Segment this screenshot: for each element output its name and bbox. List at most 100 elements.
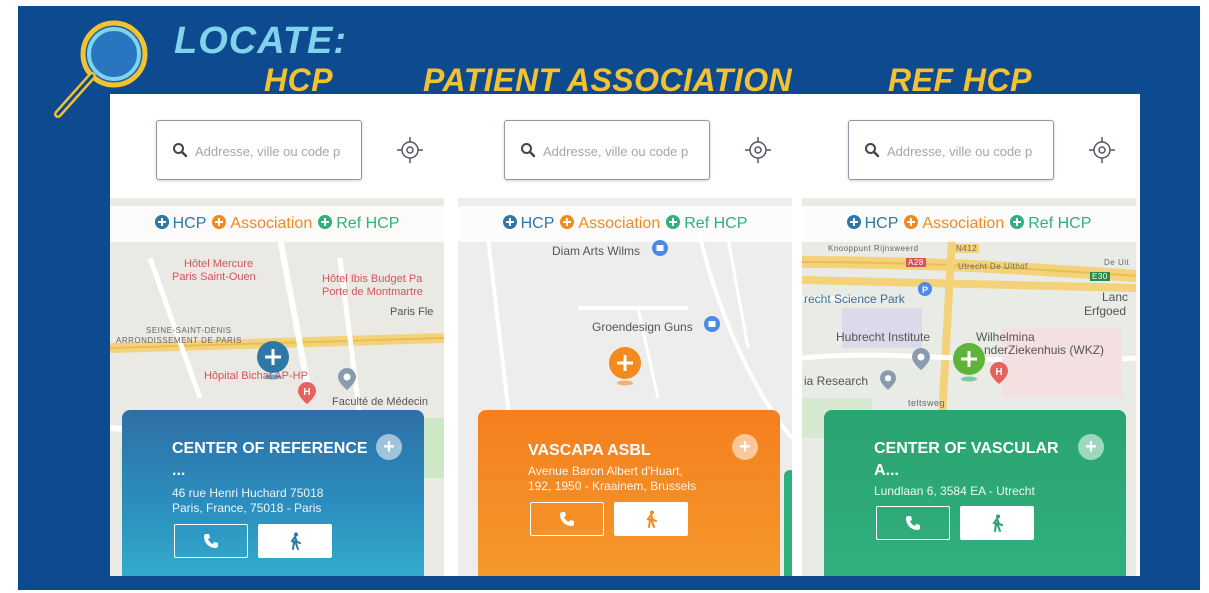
legend-hcp[interactable]: HCP [846,215,899,233]
directions-button[interactable] [258,524,332,558]
legend-bar: HCP Association Ref HCP [110,206,444,242]
legend-hcp[interactable]: HCP [154,215,207,233]
map-label: Hubrecht Institute [836,330,931,344]
card-address: 46 rue Henri Huchard 75018 Paris, France,… [172,486,392,516]
card-title-more: ... [172,462,186,479]
search-icon [865,143,880,158]
map-label: recht Science Park [804,292,905,306]
legend-hcp[interactable]: HCP [502,215,554,233]
map-label: Porte de Montmartre [322,286,423,298]
hcp-pin-icon [154,215,169,233]
screenshots-container: HCP Association Ref HCP Hôtel Mercure Pa… [110,94,1140,576]
card-title: CENTER OF REFERENCE... [172,438,372,482]
association-map-marker-icon[interactable] [608,346,642,386]
search-input[interactable] [195,141,357,161]
association-pin-icon [904,215,919,229]
legend-ref-hcp-label: Ref HCP [1028,215,1092,232]
map-label: N412 [954,244,980,253]
search-box[interactable] [848,120,1054,180]
map-label: Erfgoed [1084,304,1127,318]
legend-ref-hcp[interactable]: Ref HCP [1010,215,1091,233]
search-input[interactable] [543,141,705,161]
legend-hcp-label: HCP [864,215,899,232]
search-icon [521,143,536,158]
card-address: Avenue Baron Albert d'Huart, 192, 1950 - … [528,464,748,494]
map-label: Lanc [1102,290,1129,304]
legend-association[interactable]: Association [212,215,312,233]
map-label: Hôtel Ibis Budget Pa [322,273,423,285]
map-label: Faculté de Médecin [332,396,428,408]
hcp-pin-icon [502,215,517,229]
call-button[interactable] [174,524,248,558]
map-label: ARRONDISSEMENT DE PARIS [116,336,242,345]
card-address-line2: Paris, France, 75018 - Paris [172,501,322,515]
call-button[interactable] [530,502,604,536]
card-address-line1: Avenue Baron Albert d'Huart, [528,464,683,478]
shop-pin-icon [704,316,720,332]
location-pin-icon [880,370,896,390]
directions-button[interactable] [614,502,688,536]
map-label: E30 [1090,272,1110,281]
search-box[interactable] [504,120,710,180]
map-label: ia Research [804,374,869,388]
search-icon [173,143,188,158]
map-label: nderZiekenhuis (WKZ) [984,343,1105,357]
location-pin-icon [338,368,356,390]
map-label: Groendesign Guns [592,320,693,334]
result-card[interactable]: VASCAPA ASBL + Avenue Baron Albert d'Hua… [478,410,780,576]
ref-hcp-pin-icon [666,215,681,229]
map-label: De Uit [1104,258,1130,267]
card-address-line1: Lundlaan 6, 3584 EA - Utrecht [874,484,1035,498]
card-title: CENTER OF VASCULAR A... [874,438,1074,482]
legend-ref-hcp[interactable]: Ref HCP [666,215,747,233]
svg-text:P: P [922,285,928,295]
walking-icon [646,510,657,528]
map-label: teltsweg [908,398,946,408]
phone-icon [906,516,920,530]
search-bar-area [110,94,444,198]
legend-association[interactable]: Association [560,215,660,233]
result-card[interactable]: CENTER OF VASCULAR A... + Lundlaan 6, 358… [824,410,1126,576]
hospital-pin-icon: H [990,362,1008,384]
hcp-map-marker-icon[interactable] [256,340,290,380]
map-label: A28 [906,258,926,267]
search-box[interactable] [156,120,362,180]
phone-icon [560,512,574,526]
parking-pin-icon: P [918,282,932,296]
legend-ref-hcp[interactable]: Ref HCP [318,215,399,233]
card-title-text: VASCAPA ASBL [528,442,651,459]
map-label: SEINE-SAINT-DENIS [146,326,232,335]
crosshair-icon[interactable] [744,136,772,164]
legend-association[interactable]: Association [904,215,1004,233]
location-pin-icon [912,348,930,370]
directions-button[interactable] [960,506,1034,540]
legend-ref-hcp-label: Ref HCP [336,215,400,232]
legend-ref-hcp-label: Ref HCP [684,215,748,232]
svg-text:H: H [995,367,1002,378]
legend-hcp-label: HCP [172,215,207,232]
card-address-line2: 192, 1950 - Kraainem, Brussels [528,479,697,493]
shop-pin-icon [652,240,668,256]
association-pin-icon [560,215,575,229]
app-panel-association: HCP Association Ref HCP Diam Arts Wilms … [458,94,792,576]
page-title: LOCATE: [174,20,348,62]
card-title: VASCAPA ASBL [528,440,728,462]
app-panel-hcp: HCP Association Ref HCP Hôtel Mercure Pa… [110,94,444,576]
plus-icon[interactable]: + [732,434,758,460]
search-input[interactable] [887,141,1049,161]
map-label: Utrecht De Uithof [958,262,1028,271]
card-title-text: CENTER OF VASCULAR [874,440,1059,457]
ref-hcp-map-marker-icon[interactable] [952,342,986,382]
call-button[interactable] [876,506,950,540]
crosshair-icon[interactable] [396,136,424,164]
hospital-pin-icon: H [298,382,316,404]
result-card[interactable]: CENTER OF REFERENCE... + 46 rue Henri Hu… [122,410,424,576]
plus-icon[interactable]: + [376,434,402,460]
crosshair-icon[interactable] [1088,136,1116,164]
card-title-text: CENTER OF REFERENCE [172,440,368,457]
map-label: Knooppunt Rijnsweerd [828,244,919,253]
plus-icon[interactable]: + [1078,434,1104,460]
phone-icon [204,534,218,548]
card-address-line1: 46 rue Henri Huchard 75018 [172,486,324,500]
card-title-more: A... [874,462,899,479]
